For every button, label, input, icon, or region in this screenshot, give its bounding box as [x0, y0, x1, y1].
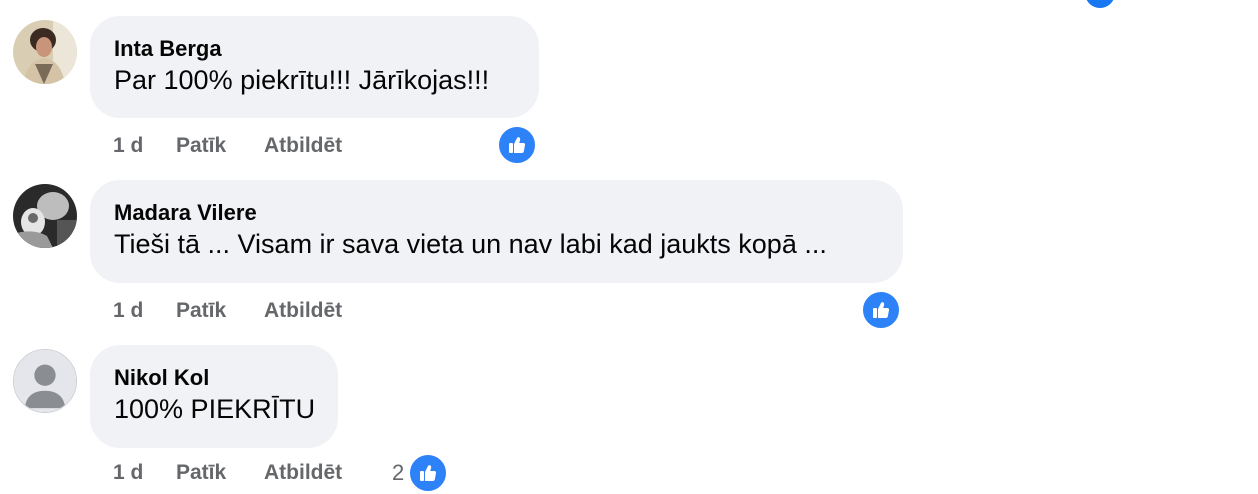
comment-timestamp[interactable]: 1 d	[113, 296, 143, 326]
like-icon[interactable]	[408, 453, 448, 493]
reply-button[interactable]: Atbildēt	[264, 131, 342, 161]
comment-timestamp[interactable]: 1 d	[113, 131, 143, 161]
avatar[interactable]	[13, 20, 77, 84]
comment-author[interactable]: Nikol Kol	[114, 364, 314, 392]
comment-text: Par 100% piekrītu!!! Jārīkojas!!!	[114, 65, 490, 95]
reply-button[interactable]: Atbildēt	[264, 296, 342, 326]
avatar[interactable]	[13, 184, 77, 248]
reply-button[interactable]: Atbildēt	[264, 458, 342, 488]
like-button[interactable]: Patīk	[176, 458, 226, 488]
like-icon	[1085, 0, 1115, 8]
comments-thread: Inta Berga Par 100% piekrītu!!! Jārīkoja…	[0, 0, 1258, 494]
like-button[interactable]: Patīk	[176, 296, 226, 326]
avatar[interactable]	[13, 349, 77, 413]
comment-timestamp[interactable]: 1 d	[113, 458, 143, 488]
comment-bubble: Nikol Kol 100% PIEKRĪTU	[90, 345, 338, 448]
comment-author[interactable]: Inta Berga	[114, 35, 515, 63]
comment-author[interactable]: Madara Vilere	[114, 199, 879, 227]
comment-bubble: Madara Vilere Tieši tā ... Visam ir sava…	[90, 180, 903, 283]
comment-bubble: Inta Berga Par 100% piekrītu!!! Jārīkoja…	[90, 16, 539, 118]
like-icon[interactable]	[861, 290, 901, 330]
comment-text: Tieši tā ... Visam ir sava vieta un nav …	[114, 229, 827, 259]
comment-text: 100% PIEKRĪTU	[114, 394, 316, 424]
like-button[interactable]: Patīk	[176, 131, 226, 161]
like-icon[interactable]	[497, 125, 537, 165]
reaction-count[interactable]: 2	[392, 458, 404, 488]
